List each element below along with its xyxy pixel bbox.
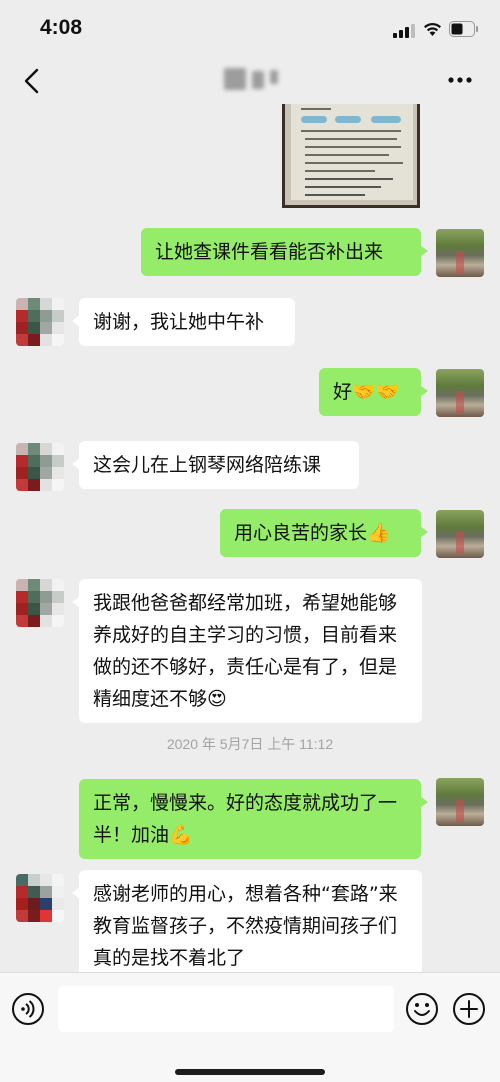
more-icon[interactable] bbox=[448, 76, 472, 84]
message-timestamp: 2020 年 5月7日 上午 11:12 bbox=[166, 736, 334, 752]
blurred-name bbox=[224, 68, 246, 90]
avatar-contact[interactable] bbox=[16, 298, 64, 346]
message-bubble-received[interactable]: 我跟他爸爸都经常加班，希望她能够养成好的自主学习的习惯，目前看来做的还不够好，责… bbox=[72, 579, 422, 723]
blurred-name bbox=[252, 71, 264, 89]
battery-icon bbox=[449, 21, 478, 37]
avatar-self[interactable] bbox=[436, 510, 484, 558]
message-bubble-received[interactable]: 谢谢，我让她中午补 bbox=[72, 298, 295, 346]
message-bubble-sent[interactable]: 用心良苦的家长👍 bbox=[220, 509, 428, 557]
avatar-self[interactable] bbox=[436, 778, 484, 826]
blurred-name bbox=[270, 70, 278, 84]
image-message[interactable] bbox=[282, 104, 420, 208]
chat-title bbox=[224, 68, 284, 92]
message-bubble-sent[interactable]: 让她查课件看看能否补出来 bbox=[141, 228, 428, 276]
back-icon[interactable] bbox=[22, 68, 42, 94]
status-bar: 4:08 bbox=[0, 0, 500, 58]
plus-icon[interactable] bbox=[452, 992, 486, 1026]
message-bubble-sent[interactable]: 正常，慢慢来。好的态度就成功了一半！加油💪 bbox=[79, 779, 428, 859]
avatar-self[interactable] bbox=[436, 229, 484, 277]
signal-icon bbox=[393, 24, 415, 38]
emoji-icon[interactable] bbox=[405, 992, 439, 1026]
avatar-contact[interactable] bbox=[16, 874, 64, 922]
message-bubble-received[interactable]: 这会儿在上钢琴网络陪练课 bbox=[72, 441, 359, 489]
chat-screen: 4:08 让她查课件看看能否补出来 谢谢，我让她中午补 好🤝🤝 这会儿在上钢琴网… bbox=[0, 0, 500, 1082]
voice-icon[interactable] bbox=[11, 992, 45, 1026]
message-bubble-sent[interactable]: 好🤝🤝 bbox=[319, 368, 428, 416]
wifi-icon bbox=[424, 22, 441, 36]
input-bar bbox=[0, 972, 500, 1082]
avatar-contact[interactable] bbox=[16, 579, 64, 627]
avatar-self[interactable] bbox=[436, 369, 484, 417]
status-time: 4:08 bbox=[40, 16, 83, 39]
message-input[interactable] bbox=[58, 986, 394, 1032]
home-indicator bbox=[175, 1069, 325, 1075]
avatar-contact[interactable] bbox=[16, 443, 64, 491]
nav-bar bbox=[0, 58, 500, 104]
worksheet-photo bbox=[291, 104, 413, 200]
message-bubble-received[interactable]: 感谢老师的用心，想着各种“套路”来教育监督孩子，不然疫情期间孩子们真的是找不着北… bbox=[72, 870, 422, 982]
